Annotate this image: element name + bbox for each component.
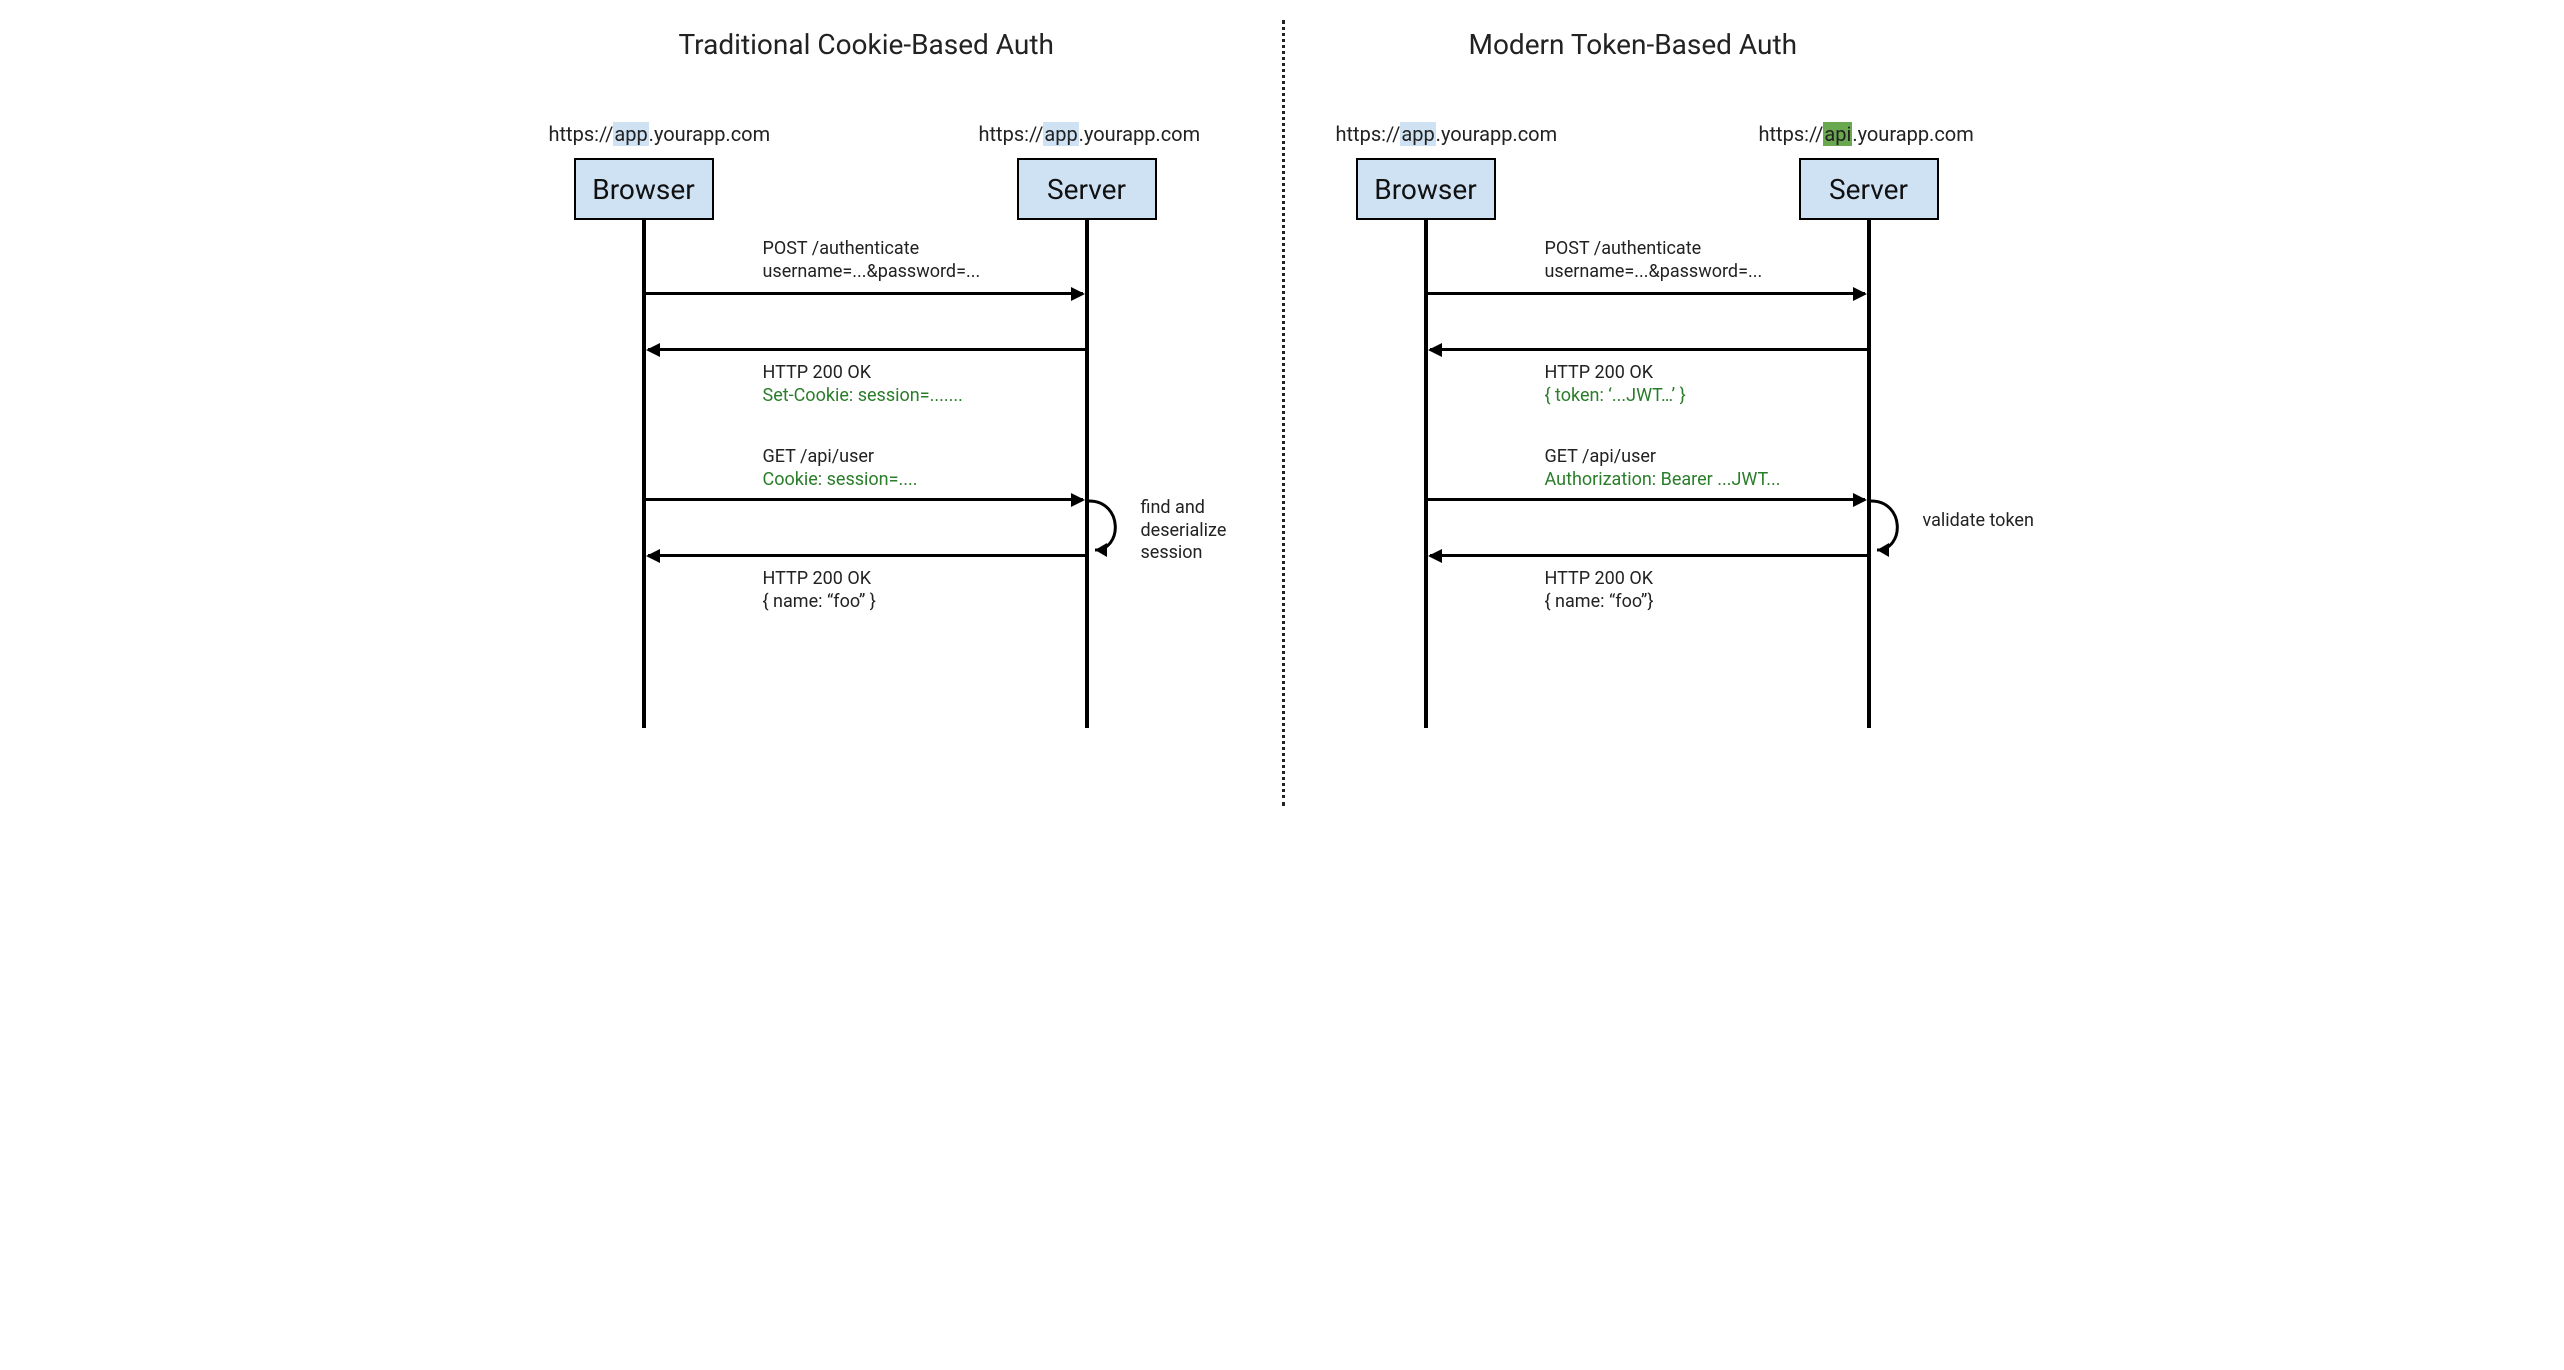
msg-line: HTTP 200 OK	[1545, 568, 1654, 591]
left-m3-label: GET /api/user Cookie: session=....	[763, 446, 918, 491]
url-prefix: https://	[549, 122, 614, 146]
msg-line-highlight: { token: ‘...JWT…’ }	[1545, 385, 1686, 408]
right-server-url: https://api.yourapp.com	[1759, 122, 1974, 146]
msg-line-highlight: Set-Cookie: session=.......	[763, 385, 963, 408]
right-server-lifeline	[1867, 220, 1871, 728]
right-m1-label: POST /authenticate username=...&password…	[1545, 238, 1763, 283]
actor-label: Server	[1829, 173, 1908, 206]
left-server-selfloop	[1089, 498, 1139, 560]
msg-line: HTTP 200 OK	[1545, 362, 1686, 385]
url-suffix: .yourapp.com	[1852, 122, 1973, 146]
left-server-lifeline	[1085, 220, 1089, 728]
left-m4-label: HTTP 200 OK { name: “foo” }	[763, 568, 876, 613]
right-server-note: validate token	[1923, 510, 2034, 533]
url-prefix: https://	[1336, 122, 1401, 146]
left-arrow-m3	[646, 498, 1083, 501]
msg-line: username=...&password=...	[1545, 261, 1763, 284]
url-prefix: https://	[979, 122, 1044, 146]
msg-line: GET /api/user	[763, 446, 918, 469]
left-browser-url: https://app.yourapp.com	[549, 122, 771, 146]
msg-line: { name: “foo” }	[763, 591, 876, 614]
left-server-url: https://app.yourapp.com	[979, 122, 1201, 146]
right-server-actor: Server	[1799, 158, 1939, 220]
right-m2-label: HTTP 200 OK { token: ‘...JWT…’ }	[1545, 362, 1686, 407]
msg-line-highlight: Cookie: session=....	[763, 469, 918, 492]
right-server-selfloop	[1871, 498, 1921, 560]
msg-line: GET /api/user	[1545, 446, 1781, 469]
right-arrow-m4	[1430, 554, 1867, 557]
diagram-canvas: Traditional Cookie-Based Auth https://ap…	[509, 0, 2056, 826]
left-m2-label: HTTP 200 OK Set-Cookie: session=.......	[763, 362, 963, 407]
right-arrow-m1	[1428, 292, 1865, 295]
msg-line: username=...&password=...	[763, 261, 981, 284]
right-browser-lifeline	[1424, 220, 1428, 728]
left-server-actor: Server	[1017, 158, 1157, 220]
url-highlight-app: app	[613, 122, 648, 146]
left-browser-actor: Browser	[574, 158, 714, 220]
left-arrow-m1	[646, 292, 1083, 295]
right-m4-label: HTTP 200 OK { name: “foo”}	[1545, 568, 1654, 613]
msg-line: POST /authenticate	[1545, 238, 1763, 261]
url-suffix: .yourapp.com	[1436, 122, 1557, 146]
msg-line: HTTP 200 OK	[763, 568, 876, 591]
right-browser-url: https://app.yourapp.com	[1336, 122, 1558, 146]
left-arrow-m2	[648, 348, 1085, 351]
url-highlight-app: app	[1400, 122, 1435, 146]
actor-label: Browser	[1374, 173, 1476, 206]
left-arrow-m4	[648, 554, 1085, 557]
right-arrow-m3	[1428, 498, 1865, 501]
actor-label: Browser	[592, 173, 694, 206]
url-suffix: .yourapp.com	[1079, 122, 1200, 146]
right-title: Modern Token-Based Auth	[1469, 28, 1798, 61]
left-title: Traditional Cookie-Based Auth	[679, 28, 1054, 61]
msg-line: POST /authenticate	[763, 238, 981, 261]
left-browser-lifeline	[642, 220, 646, 728]
msg-line: HTTP 200 OK	[763, 362, 963, 385]
right-arrow-m2	[1430, 348, 1867, 351]
right-m3-label: GET /api/user Authorization: Bearer ...J…	[1545, 446, 1781, 491]
url-highlight-api: api	[1823, 122, 1852, 146]
msg-line-highlight: Authorization: Bearer ...JWT...	[1545, 469, 1781, 492]
url-prefix: https://	[1759, 122, 1824, 146]
panel-divider	[1282, 20, 1285, 806]
url-suffix: .yourapp.com	[649, 122, 770, 146]
msg-line: { name: “foo”}	[1545, 591, 1654, 614]
actor-label: Server	[1047, 173, 1126, 206]
right-browser-actor: Browser	[1356, 158, 1496, 220]
left-server-note: find and deserialize session	[1141, 497, 1251, 565]
left-m1-label: POST /authenticate username=...&password…	[763, 238, 981, 283]
url-highlight-app: app	[1043, 122, 1078, 146]
